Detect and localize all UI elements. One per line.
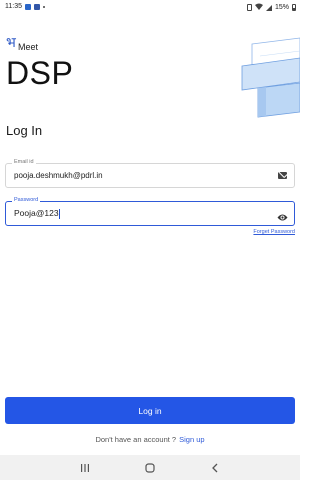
status-bar: 11:35 15%	[0, 0, 300, 14]
recents-icon[interactable]	[78, 461, 92, 473]
password-field-label: Password	[12, 197, 41, 204]
signal-icon	[265, 4, 272, 11]
login-heading: Log In	[6, 123, 43, 138]
home-icon[interactable]	[143, 461, 157, 473]
system-nav-bar	[0, 455, 300, 480]
notification-app-icon-2	[34, 3, 40, 10]
signup-row: Don't have an account ? Sign up	[0, 435, 300, 444]
status-right: 15%	[246, 3, 296, 12]
more-notifications-dot-icon	[43, 5, 45, 8]
password-field-value-wrap[interactable]: Pooja@123	[14, 208, 61, 219]
mail-icon	[278, 172, 287, 179]
brand-glyph: भ	[6, 35, 16, 51]
email-field[interactable]: Email id pooja.deshmukh@pdrl.in	[5, 159, 295, 188]
status-left: 11:35	[5, 3, 45, 10]
password-field-value[interactable]: Pooja@123	[14, 208, 59, 218]
email-field-label: Email id	[12, 159, 36, 166]
decorative-stacked-panels	[241, 37, 300, 118]
wifi-icon	[254, 3, 263, 12]
battery-percent: 15%	[274, 4, 289, 11]
eye-icon[interactable]	[277, 209, 288, 221]
login-button[interactable]: Log in	[5, 397, 295, 424]
signup-prompt: Don't have an account ?	[95, 435, 177, 444]
notification-app-icon	[25, 3, 31, 10]
password-field[interactable]: Password Pooja@123	[5, 197, 295, 226]
brand-large-name: DSP	[6, 55, 74, 91]
back-icon[interactable]	[208, 461, 222, 473]
text-caret	[59, 208, 61, 219]
battery-icon	[292, 4, 296, 11]
signup-link[interactable]: Sign up	[179, 435, 204, 444]
sim-icon	[246, 4, 252, 11]
forgot-password-link[interactable]: Forget Password	[253, 229, 295, 235]
status-time: 11:35	[5, 3, 22, 10]
email-field-value[interactable]: pooja.deshmukh@pdrl.in	[14, 171, 103, 180]
brand-small-name: Meet	[18, 42, 39, 52]
